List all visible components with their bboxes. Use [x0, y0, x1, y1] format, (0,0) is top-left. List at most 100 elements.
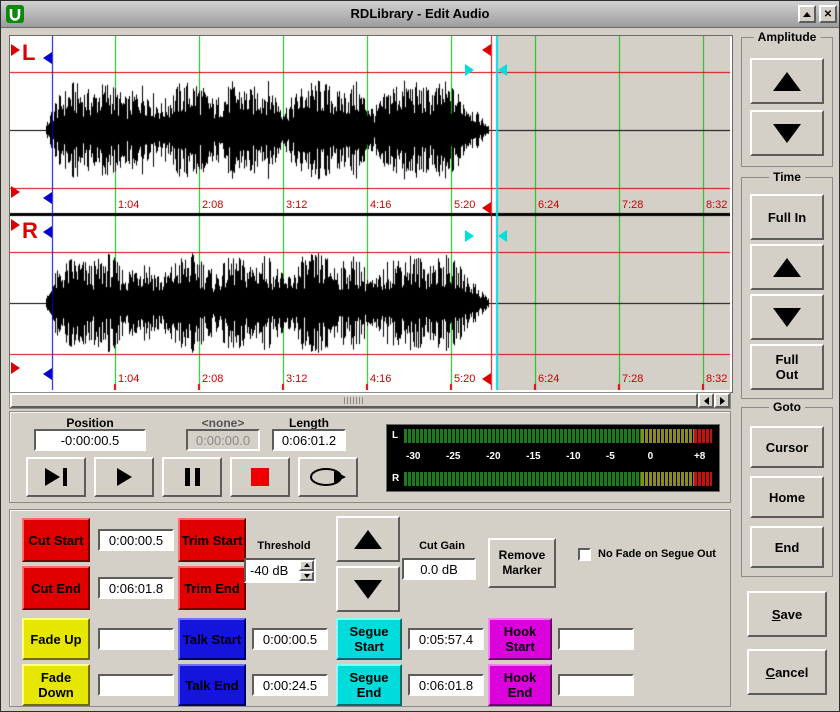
cut-start-button[interactable]: Cut Start	[22, 518, 90, 562]
pause-button[interactable]	[162, 457, 222, 497]
time-label: 3:12	[286, 373, 307, 385]
cut-start-marker-icon[interactable]	[11, 362, 20, 374]
pause-icon	[195, 468, 200, 486]
scale-tick: -15	[526, 451, 540, 462]
goto-home-button[interactable]: Home	[750, 476, 824, 518]
play-icon	[45, 468, 60, 486]
time-label: 7:28	[622, 199, 643, 211]
edit-audio-window: RDLibrary - Edit Audio ✕ L R 1:04 2:08 3:1…	[0, 0, 840, 712]
amplitude-up-button[interactable]	[750, 58, 824, 104]
remove-marker-button[interactable]: Remove Marker	[488, 538, 556, 588]
cut-end-field[interactable]: 0:06:01.8	[98, 577, 174, 599]
cut-end-button[interactable]: Cut End	[22, 566, 90, 610]
goto-end-button[interactable]: End	[750, 526, 824, 568]
shade-button[interactable]	[798, 5, 816, 23]
loop-button[interactable]	[298, 457, 358, 497]
play-from-start-button[interactable]	[26, 457, 86, 497]
time-label: 8:32	[706, 373, 727, 385]
gain-down-button[interactable]	[336, 566, 400, 612]
titlebar[interactable]: RDLibrary - Edit Audio ✕	[1, 1, 839, 28]
time-down-button[interactable]	[750, 294, 824, 340]
meter-left-label: L	[392, 430, 398, 441]
time-label: 4:16	[370, 373, 391, 385]
segue-start-field[interactable]: 0:05:57.4	[408, 628, 484, 650]
talk-start-marker-icon[interactable]	[43, 52, 52, 64]
time-label: 5:20	[454, 373, 475, 385]
cut-end-marker-icon[interactable]	[482, 202, 491, 214]
meter-scale: -30 -25 -20 -15 -10 -5 0 +8	[404, 450, 712, 464]
fade-up-field[interactable]	[98, 628, 174, 650]
time-label: 2:08	[202, 373, 223, 385]
meter-right-label: R	[392, 473, 399, 484]
full-out-button[interactable]: Full Out	[750, 344, 824, 390]
fade-up-button[interactable]: Fade Up	[22, 618, 90, 660]
amplitude-down-button[interactable]	[750, 110, 824, 156]
talk-start-marker-icon[interactable]	[43, 192, 52, 204]
scroll-left-button[interactable]	[698, 393, 714, 408]
cut-end-marker-icon[interactable]	[482, 373, 491, 385]
scroll-right-button[interactable]	[714, 393, 730, 408]
led-yellow-zone	[641, 472, 693, 486]
cut-start-marker-icon[interactable]	[11, 186, 20, 198]
time-label: 2:08	[202, 199, 223, 211]
segue-end-field[interactable]: 0:06:01.8	[408, 674, 484, 696]
scrollbar-thumb[interactable]	[10, 393, 698, 408]
scale-tick: +8	[694, 451, 705, 462]
threshold-up-button[interactable]	[299, 560, 314, 571]
threshold-label: Threshold	[242, 540, 326, 552]
waveform-display[interactable]	[10, 36, 730, 390]
talk-start-marker-icon[interactable]	[43, 226, 52, 238]
threshold-value[interactable]: -40 dB	[246, 560, 299, 581]
close-button[interactable]: ✕	[819, 5, 837, 23]
talk-start-button[interactable]: Talk Start	[178, 618, 246, 660]
cancel-button[interactable]: Cancel	[747, 649, 827, 695]
spin-down-icon	[304, 574, 310, 578]
time-label: 6:24	[538, 373, 559, 385]
time-up-button[interactable]	[750, 244, 824, 290]
full-in-button[interactable]: Full In	[750, 194, 824, 240]
no-fade-checkbox[interactable]	[578, 548, 591, 561]
scale-tick: -5	[606, 451, 615, 462]
segue-start-marker-icon[interactable]	[465, 64, 474, 76]
hook-start-button[interactable]: Hook Start	[488, 618, 552, 660]
hook-start-field[interactable]	[558, 628, 634, 650]
talk-end-button[interactable]: Talk End	[178, 664, 246, 706]
time-label: 6:24	[538, 199, 559, 211]
talk-start-marker-icon[interactable]	[43, 368, 52, 380]
save-button[interactable]: Save	[747, 591, 827, 637]
segue-end-marker-icon[interactable]	[498, 64, 507, 76]
hook-end-button[interactable]: Hook End	[488, 664, 552, 706]
led-red-zone	[694, 472, 712, 486]
play-button[interactable]	[94, 457, 154, 497]
time-label: 3:12	[286, 199, 307, 211]
time-label: 8:32	[706, 199, 727, 211]
talk-end-field[interactable]: 0:00:24.5	[252, 674, 328, 696]
play-icon	[117, 468, 132, 486]
threshold-spinbox[interactable]: -40 dB	[244, 558, 316, 583]
cut-start-marker-icon[interactable]	[11, 219, 20, 231]
segue-start-marker-icon[interactable]	[465, 230, 474, 242]
waveform-scrollbar[interactable]	[9, 392, 731, 409]
threshold-down-button[interactable]	[299, 571, 314, 582]
down-arrow-icon	[773, 308, 801, 327]
no-fade-label: No Fade on Segue Out	[598, 548, 716, 560]
talk-start-field[interactable]: 0:00:00.5	[252, 628, 328, 650]
trim-end-button[interactable]: Trim End	[178, 566, 246, 610]
waveform-frame: L R 1:042:083:124:165:206:247:288:32 1:0…	[9, 35, 733, 393]
segue-end-button[interactable]: Segue End	[336, 664, 402, 706]
segue-start-button[interactable]: Segue Start	[336, 618, 402, 660]
segue-end-marker-icon[interactable]	[498, 230, 507, 242]
time-label: 1:04	[118, 199, 139, 211]
stop-button[interactable]	[230, 457, 290, 497]
cut-start-marker-icon[interactable]	[11, 44, 20, 56]
cut-start-field[interactable]: 0:00:00.5	[98, 529, 174, 551]
trim-start-button[interactable]: Trim Start	[178, 518, 246, 562]
cut-gain-field[interactable]: 0.0 dB	[402, 558, 476, 580]
time-group: Time Full In Full Out	[741, 177, 833, 399]
fade-down-button[interactable]: Fade Down	[22, 664, 90, 706]
fade-down-field[interactable]	[98, 674, 174, 696]
goto-cursor-button[interactable]: Cursor	[750, 426, 824, 468]
cut-end-marker-icon[interactable]	[482, 44, 491, 56]
hook-end-field[interactable]	[558, 674, 634, 696]
gain-up-button[interactable]	[336, 516, 400, 562]
